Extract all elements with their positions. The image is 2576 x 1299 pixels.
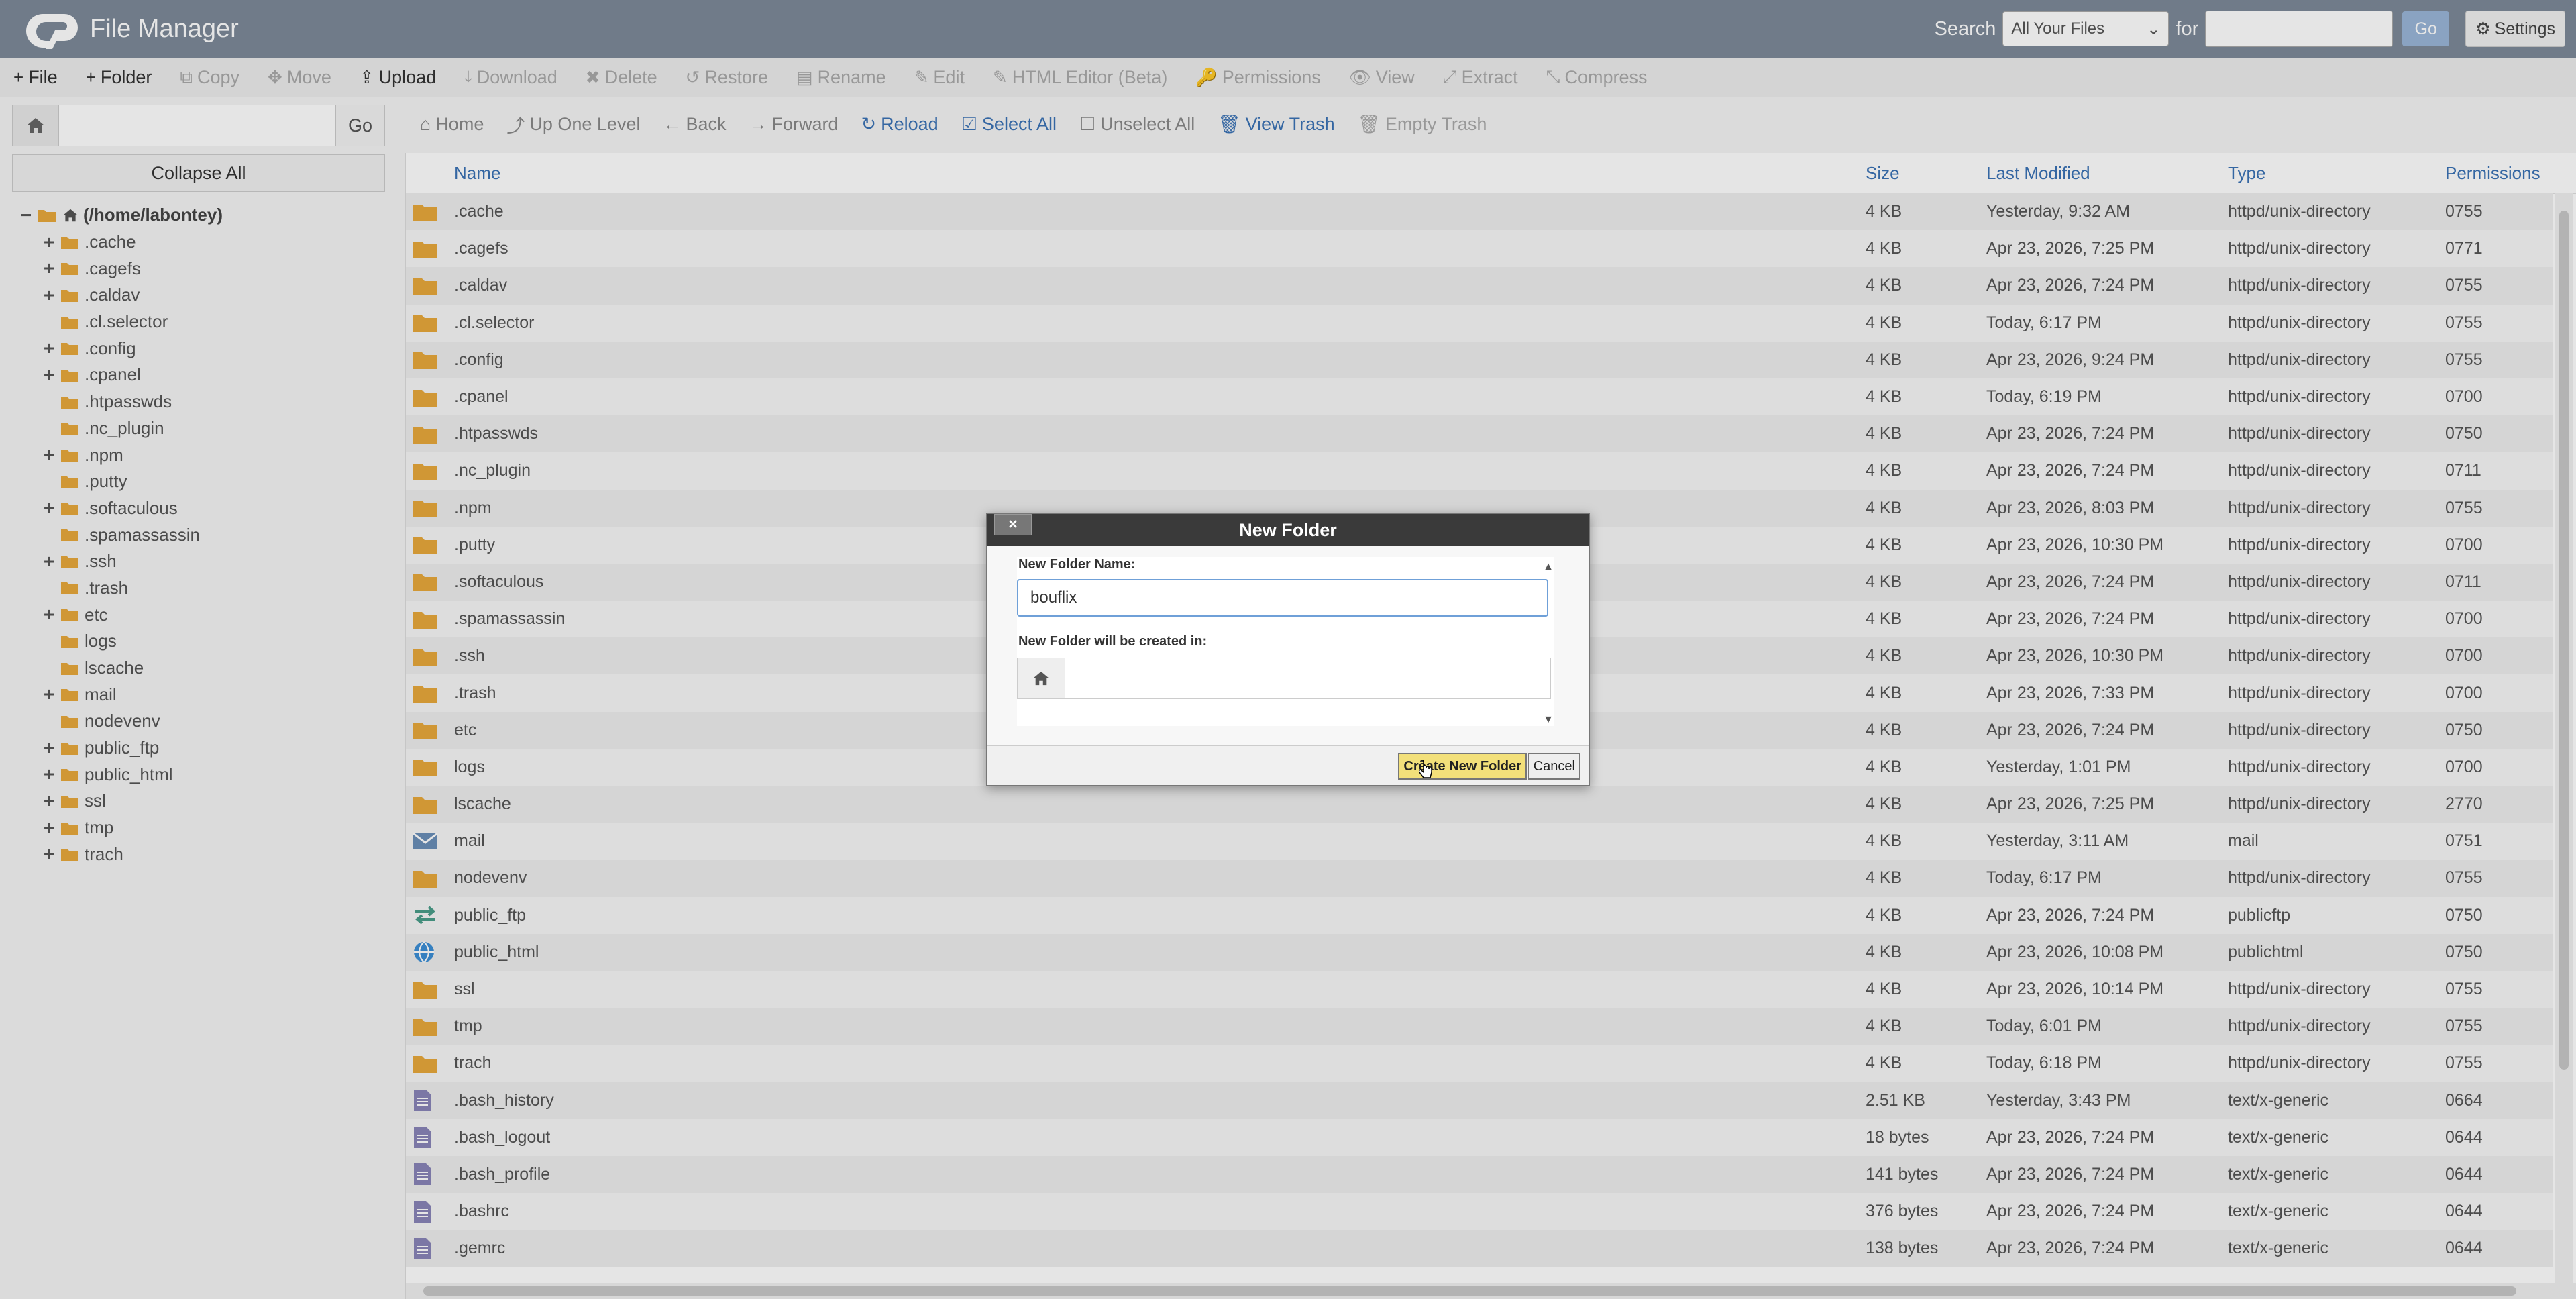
cancel-button[interactable]: Cancel	[1527, 753, 1580, 780]
mouse-cursor-icon	[1419, 760, 1432, 778]
folder-location-input[interactable]	[1065, 658, 1551, 699]
scroll-up-icon[interactable]: ▲	[1543, 561, 1554, 573]
dialog-title: New Folder	[1239, 519, 1337, 540]
folder-location-field	[1017, 658, 1551, 699]
folder-name-input[interactable]: bouflix	[1017, 579, 1548, 617]
scroll-down-icon[interactable]: ▼	[1543, 714, 1554, 726]
dialog-close-button[interactable]: ×	[994, 514, 1032, 535]
folder-name-label: New Folder Name:	[1018, 557, 1136, 572]
location-home-button[interactable]	[1017, 658, 1065, 699]
folder-location-label: New Folder will be created in:	[1018, 634, 1208, 649]
dialog-footer: Create New Folder Cancel	[987, 745, 1589, 785]
new-folder-dialog: × New Folder New Folder Name: bouflix Ne…	[986, 513, 1590, 786]
dialog-header: × New Folder	[987, 514, 1589, 546]
close-icon: ×	[1008, 515, 1018, 533]
create-new-folder-button[interactable]: Create New Folder	[1398, 753, 1527, 780]
dialog-body: New Folder Name: bouflix New Folder will…	[1017, 557, 1554, 726]
home-icon	[1033, 671, 1049, 686]
